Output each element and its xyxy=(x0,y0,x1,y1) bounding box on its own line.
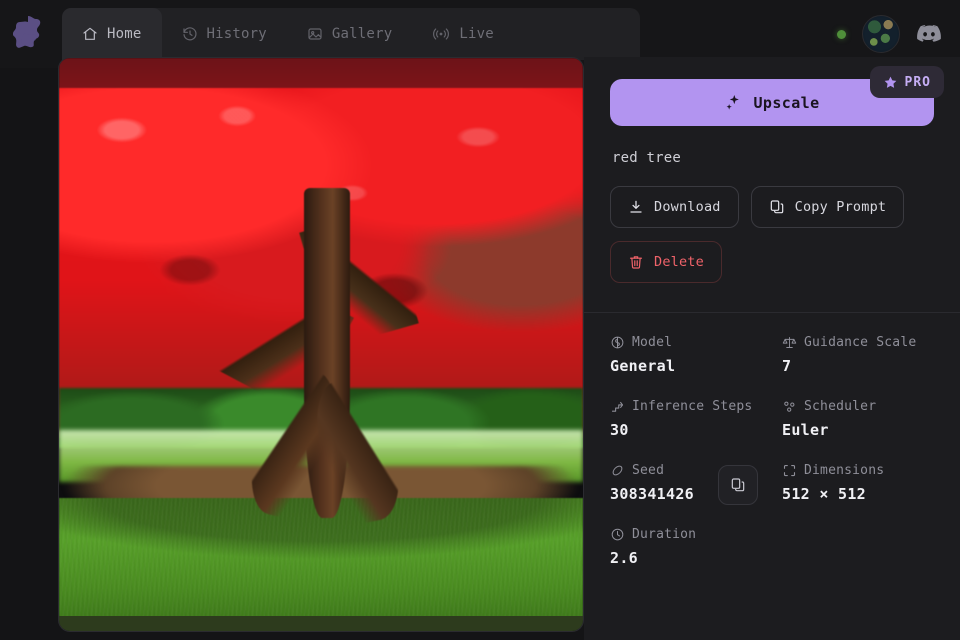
trash-icon xyxy=(628,254,644,270)
delete-button[interactable]: Delete xyxy=(610,241,722,283)
tab-gallery[interactable]: Gallery xyxy=(287,8,412,60)
tab-home-label: Home xyxy=(107,26,142,42)
generated-image xyxy=(59,58,583,618)
scheduler-icon xyxy=(782,399,797,414)
seed-icon xyxy=(610,463,625,478)
metadata-item-scheduler: Scheduler Euler xyxy=(782,399,940,439)
metadata-label: Duration xyxy=(632,527,697,542)
metadata-label-row: Guidance Scale xyxy=(782,335,940,350)
metadata-label: Inference Steps xyxy=(632,399,753,414)
metadata-value: 7 xyxy=(782,357,792,375)
tab-live-label: Live xyxy=(459,26,494,42)
metadata-item-model: Model General xyxy=(610,335,782,375)
dimensions-icon xyxy=(782,463,797,478)
metadata-item-seed: Seed 308341426 xyxy=(610,463,782,505)
tab-history[interactable]: History xyxy=(162,8,287,60)
metadata-label: Model xyxy=(632,335,673,350)
avatar[interactable] xyxy=(862,15,900,53)
metadata-value: 30 xyxy=(610,421,629,439)
tab-home[interactable]: Home xyxy=(62,8,162,60)
live-icon xyxy=(432,26,450,42)
metadata-item-duration: Duration 2.6 xyxy=(610,527,782,567)
generated-image-panel[interactable] xyxy=(58,57,584,632)
image-bottom-band xyxy=(59,616,583,631)
copy-seed-button[interactable] xyxy=(718,465,758,505)
copy-icon xyxy=(730,477,746,493)
metadata-value: 2.6 xyxy=(610,549,638,567)
sparkles-icon xyxy=(724,93,743,112)
puzzle-blob-logo-icon xyxy=(13,16,41,48)
tree-trunk xyxy=(214,188,419,533)
clock-icon xyxy=(610,527,625,542)
metadata-item-guidance-scale: Guidance Scale 7 xyxy=(782,335,940,375)
nav-tab-strip: Home History Gallery Live xyxy=(62,8,640,60)
metadata-item-dimensions: Dimensions 512 × 512 xyxy=(782,463,940,503)
metadata-label: Dimensions xyxy=(804,463,885,478)
metadata-label: Seed xyxy=(632,463,665,478)
metadata-item-inference-steps: Inference Steps 30 xyxy=(610,399,782,439)
pro-badge-label: PRO xyxy=(904,74,931,90)
download-button[interactable]: Download xyxy=(610,186,739,228)
details-side-panel: Upscale PRO red tree Download Copy Promp… xyxy=(584,57,960,640)
metadata-label-row: Duration xyxy=(610,527,782,542)
app-root: Home History Gallery Live Upscale PRO re… xyxy=(0,0,960,640)
metadata-label-row: Inference Steps xyxy=(610,399,782,414)
steps-icon xyxy=(610,399,625,414)
upscale-section: Upscale PRO xyxy=(610,66,944,126)
metadata-value: 512 × 512 xyxy=(782,485,866,503)
image-top-band xyxy=(59,58,583,90)
metadata-label-row: Dimensions xyxy=(782,463,940,478)
primary-action-row: Download Copy Prompt xyxy=(610,186,936,228)
status-dot xyxy=(837,29,846,39)
home-icon xyxy=(82,26,98,42)
copy-icon xyxy=(769,199,785,215)
metadata-value: General xyxy=(610,357,676,375)
metadata-label: Guidance Scale xyxy=(804,335,917,350)
pro-badge[interactable]: PRO xyxy=(869,66,944,98)
tab-gallery-label: Gallery xyxy=(331,26,393,42)
metadata-grid: Model General Guidance Scale 7 Inference… xyxy=(610,335,940,567)
download-icon xyxy=(628,199,644,215)
copy-prompt-button-label: Copy Prompt xyxy=(794,199,887,215)
history-icon xyxy=(182,26,198,42)
tab-history-label: History xyxy=(206,26,267,42)
metadata-value: Euler xyxy=(782,421,829,439)
upscale-button-label: Upscale xyxy=(753,93,820,112)
section-divider xyxy=(584,312,960,313)
gallery-icon xyxy=(307,26,323,42)
tab-live[interactable]: Live xyxy=(412,8,514,60)
star-icon xyxy=(883,75,898,90)
destructive-action-row: Delete xyxy=(610,241,936,283)
copy-prompt-button[interactable]: Copy Prompt xyxy=(750,186,905,228)
download-button-label: Download xyxy=(654,199,721,215)
delete-button-label: Delete xyxy=(654,254,704,270)
metadata-label-row: Model xyxy=(610,335,782,350)
metadata-label: Scheduler xyxy=(804,399,877,414)
discord-icon[interactable] xyxy=(916,24,942,44)
app-logo[interactable] xyxy=(0,0,60,68)
prompt-text: red tree xyxy=(612,150,682,166)
scales-icon xyxy=(782,335,797,350)
metadata-label-row: Scheduler xyxy=(782,399,940,414)
brain-icon xyxy=(610,335,625,350)
